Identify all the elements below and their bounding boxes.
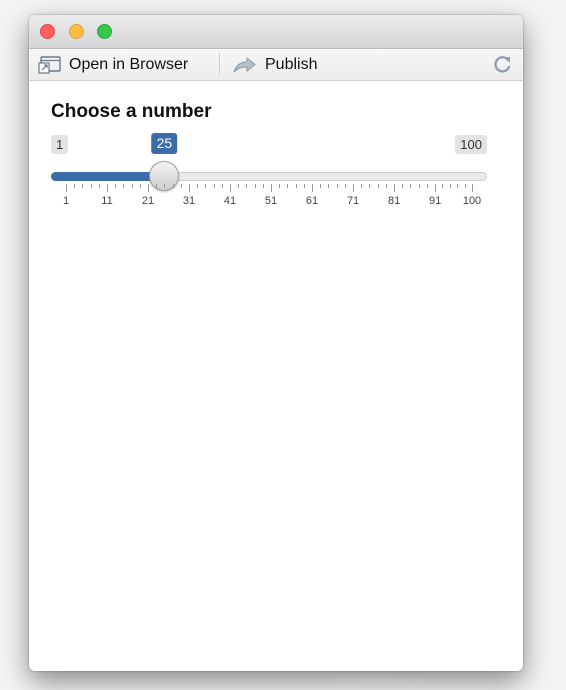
slider-major-tick bbox=[435, 184, 437, 192]
slider-minor-tick bbox=[156, 184, 158, 188]
slider-tick-label: 41 bbox=[223, 195, 237, 207]
slider-major-tick bbox=[394, 184, 396, 192]
publish-arrow-icon bbox=[233, 56, 256, 72]
slider-minor-tick bbox=[262, 184, 264, 188]
slider-major-tick bbox=[353, 184, 355, 192]
slider-max-label: 100 bbox=[455, 135, 487, 154]
slider-minor-tick bbox=[336, 184, 338, 188]
slider-major-tick bbox=[66, 184, 67, 192]
slider-minor-tick bbox=[180, 184, 182, 188]
slider-tick-label: 61 bbox=[305, 195, 319, 207]
slider-minor-tick bbox=[328, 184, 330, 188]
slider-major-tick bbox=[148, 184, 150, 192]
slider-tick-label: 21 bbox=[141, 195, 155, 207]
slider-minor-tick bbox=[123, 184, 125, 188]
slider-minor-tick bbox=[344, 184, 346, 188]
slider-minor-tick bbox=[197, 184, 199, 188]
slider-minor-tick bbox=[295, 184, 297, 188]
slider-minor-tick bbox=[279, 184, 281, 188]
slider-minor-tick bbox=[172, 184, 174, 188]
slider-minor-tick bbox=[418, 184, 420, 188]
app-content: Choose a number 1 100 25 1 11 21 31 41 51 61 71… bbox=[51, 101, 487, 207]
slider-minor-tick bbox=[139, 184, 141, 188]
slider-minor-tick bbox=[303, 184, 305, 188]
copyright-text: © CC 2015 RStudio, Inc. bbox=[336, 677, 424, 686]
slider-minor-tick bbox=[449, 184, 451, 188]
slider-fill bbox=[51, 172, 165, 181]
slider-minor-tick bbox=[377, 184, 379, 188]
slider-minor-tick bbox=[164, 184, 166, 188]
slider-minor-tick bbox=[82, 184, 84, 188]
slider-minor-tick bbox=[385, 184, 387, 188]
slider-major-tick bbox=[189, 184, 191, 192]
slider-major-tick bbox=[271, 184, 273, 192]
publish-button[interactable]: Publish bbox=[232, 49, 317, 80]
slider-major-tick bbox=[472, 184, 473, 192]
slider-minor-tick bbox=[131, 184, 133, 188]
slider-minor-tick bbox=[115, 184, 117, 188]
slider-min-label: 1 bbox=[51, 135, 69, 154]
slider-minor-tick bbox=[254, 184, 256, 188]
slider-minor-tick bbox=[205, 184, 207, 188]
slider-major-tick bbox=[107, 184, 108, 192]
slider-tick-label: 1 bbox=[62, 195, 70, 207]
slider-minor-tick bbox=[426, 184, 428, 188]
slider-minor-tick bbox=[361, 184, 363, 188]
slider-tick-label: 81 bbox=[387, 195, 401, 207]
toolbar-divider bbox=[219, 53, 220, 75]
slider-minor-tick bbox=[98, 184, 100, 188]
slider-tick-label: 31 bbox=[182, 195, 196, 207]
slider-minor-tick bbox=[90, 184, 92, 188]
refresh-icon bbox=[494, 56, 511, 73]
slider-minor-tick bbox=[369, 184, 371, 188]
minimize-window-button[interactable] bbox=[69, 24, 84, 39]
slider-minor-tick bbox=[402, 184, 404, 188]
slider-minor-tick bbox=[246, 184, 248, 188]
slider-minor-tick bbox=[213, 184, 215, 188]
slider-minor-tick bbox=[457, 184, 459, 188]
slider-tick-label: 71 bbox=[346, 195, 360, 207]
open-in-browser-button[interactable]: Open in Browser bbox=[38, 49, 188, 80]
slider-minor-tick bbox=[410, 184, 412, 188]
close-window-button[interactable] bbox=[40, 24, 55, 39]
open-in-browser-icon bbox=[38, 55, 61, 74]
title-bar bbox=[29, 15, 523, 49]
zoom-window-button[interactable] bbox=[97, 24, 112, 39]
slider-minor-tick bbox=[74, 184, 76, 188]
slider-tick-label: 91 bbox=[428, 195, 442, 207]
open-in-browser-label: Open in Browser bbox=[69, 55, 189, 73]
slider-minor-tick bbox=[287, 184, 289, 188]
publish-label: Publish bbox=[265, 55, 318, 73]
viewer-toolbar: Open in Browser Publish bbox=[29, 49, 523, 81]
slider-minor-tick bbox=[320, 184, 322, 188]
slider-minor-tick bbox=[221, 184, 223, 188]
refresh-button[interactable] bbox=[491, 54, 513, 81]
slider-tick-label: 11 bbox=[101, 195, 113, 207]
app-window: Open in Browser Publish Choose a number … bbox=[29, 15, 523, 671]
slider-major-tick bbox=[230, 184, 232, 192]
slider-major-tick bbox=[312, 184, 314, 192]
number-slider[interactable]: 1 100 25 1 11 21 31 41 51 61 71 81 91 100 bbox=[51, 133, 487, 233]
slider-value-label: 25 bbox=[151, 133, 178, 154]
slider-minor-tick bbox=[464, 184, 466, 188]
slider-minor-tick bbox=[238, 184, 240, 188]
slider-label: Choose a number bbox=[51, 101, 212, 122]
slider-minor-tick bbox=[442, 184, 444, 188]
slider-tick-label: 100 bbox=[462, 195, 482, 207]
slider-tick-label: 51 bbox=[264, 195, 278, 207]
